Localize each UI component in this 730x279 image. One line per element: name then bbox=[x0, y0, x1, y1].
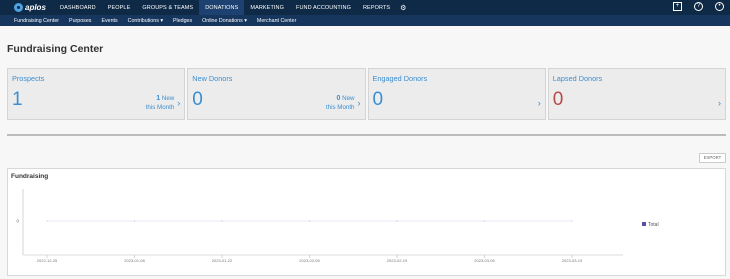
page-title: Fundraising Center bbox=[7, 43, 104, 55]
nav-fund-accounting[interactable]: FUND ACCOUNTING bbox=[290, 0, 357, 15]
data-point bbox=[46, 220, 48, 222]
card-new-this-month: 0 New this Month bbox=[326, 94, 355, 112]
donor-summary-cards: Prospects 1 1 New this Month › New Donor… bbox=[7, 68, 726, 120]
nav-groups-teams[interactable]: GROUPS & TEAMS bbox=[136, 0, 199, 15]
chevron-right-icon[interactable]: › bbox=[538, 98, 541, 108]
data-point bbox=[571, 220, 573, 222]
data-point bbox=[308, 220, 311, 222]
data-point bbox=[133, 220, 136, 222]
sub-navbar: Fundraising Center Purposes Events Contr… bbox=[0, 15, 730, 26]
subnav-events[interactable]: Events bbox=[101, 18, 127, 24]
top-navbar: aplos DASHBOARD PEOPLE GROUPS & TEAMS DO… bbox=[0, 0, 730, 15]
card-title: Lapsed Donors bbox=[552, 74, 603, 83]
gear-icon[interactable]: ⚙ bbox=[400, 4, 406, 12]
fundraising-chart-panel: Fundraising 0 2022-12-25 2023-01-08 2023-01… bbox=[7, 168, 726, 276]
x-tick-label: 2023-02-05 bbox=[299, 258, 320, 263]
logo-text: aplos bbox=[25, 3, 46, 12]
x-tick-label: 2023-01-22 bbox=[212, 258, 233, 263]
nav-people[interactable]: PEOPLE bbox=[102, 0, 137, 15]
x-tick-label: 2023-03-19 bbox=[562, 258, 583, 263]
card-title: Engaged Donors bbox=[372, 74, 428, 83]
card-title: Prospects bbox=[12, 74, 45, 83]
prospects-card[interactable]: Prospects 1 1 New this Month › bbox=[7, 68, 186, 120]
data-point bbox=[396, 220, 398, 222]
nav-dashboard[interactable]: DASHBOARD bbox=[54, 0, 102, 15]
legend-swatch bbox=[642, 222, 646, 226]
section-divider bbox=[7, 134, 726, 136]
export-button[interactable]: EXPORT bbox=[699, 153, 726, 163]
nav-reports[interactable]: REPORTS bbox=[357, 0, 396, 15]
new-donors-card[interactable]: New Donors 0 0 New this Month › bbox=[187, 68, 366, 120]
card-new-this-month: 1 New this Month bbox=[146, 94, 175, 112]
aplos-logo[interactable]: aplos bbox=[14, 0, 54, 15]
data-point bbox=[483, 220, 486, 222]
new-period: this Month bbox=[325, 104, 355, 111]
x-tick-label: 2022-12-25 bbox=[37, 258, 58, 263]
nav-donations[interactable]: DONATIONS bbox=[199, 0, 245, 15]
engaged-donors-card[interactable]: Engaged Donors 0 › bbox=[367, 68, 546, 120]
card-value: 0 bbox=[552, 89, 564, 110]
card-title: New Donors bbox=[192, 74, 233, 83]
nav-marketing[interactable]: MARKETING bbox=[244, 0, 290, 15]
help-icon[interactable]: ? bbox=[694, 2, 703, 11]
chevron-right-icon[interactable]: › bbox=[358, 98, 361, 108]
subnav-online-donations[interactable]: Online Donations ▾ bbox=[202, 18, 257, 24]
lapsed-donors-card[interactable]: Lapsed Donors 0 › bbox=[547, 68, 726, 120]
card-value: 0 bbox=[372, 89, 384, 110]
x-tick-label: 2023-02-19 bbox=[387, 258, 408, 263]
new-count: 1 bbox=[156, 95, 161, 102]
card-value: 0 bbox=[192, 89, 203, 110]
subnav-contributions[interactable]: Contributions ▾ bbox=[128, 18, 173, 24]
legend-label: Total bbox=[648, 222, 659, 228]
user-circle-icon[interactable]: • bbox=[715, 2, 724, 11]
subnav-merchant-center[interactable]: Merchant Center bbox=[257, 18, 306, 24]
new-label: New bbox=[342, 95, 355, 102]
data-point bbox=[221, 220, 223, 222]
card-value: 1 bbox=[12, 89, 23, 110]
subnav-purposes[interactable]: Purposes bbox=[69, 18, 101, 24]
subnav-pledges[interactable]: Pledges bbox=[173, 18, 202, 24]
chevron-right-icon[interactable]: › bbox=[718, 98, 721, 108]
subnav-fundraising-center[interactable]: Fundraising Center bbox=[14, 18, 69, 24]
chevron-right-icon[interactable]: › bbox=[177, 98, 180, 108]
fundraising-chart: 0 2022-12-25 2023-01-08 2023-01-22 2023-02-0… bbox=[16, 189, 659, 263]
new-count: 0 bbox=[336, 95, 341, 102]
x-tick-label: 2023-01-08 bbox=[124, 258, 145, 263]
new-period: this Month bbox=[145, 104, 175, 111]
x-tick-label: 2023-03-05 bbox=[474, 258, 495, 263]
logo-mark-icon bbox=[14, 3, 23, 12]
new-label: New bbox=[161, 95, 175, 102]
y-tick-label: 0 bbox=[16, 219, 19, 224]
plus-square-icon[interactable]: + bbox=[673, 2, 682, 11]
